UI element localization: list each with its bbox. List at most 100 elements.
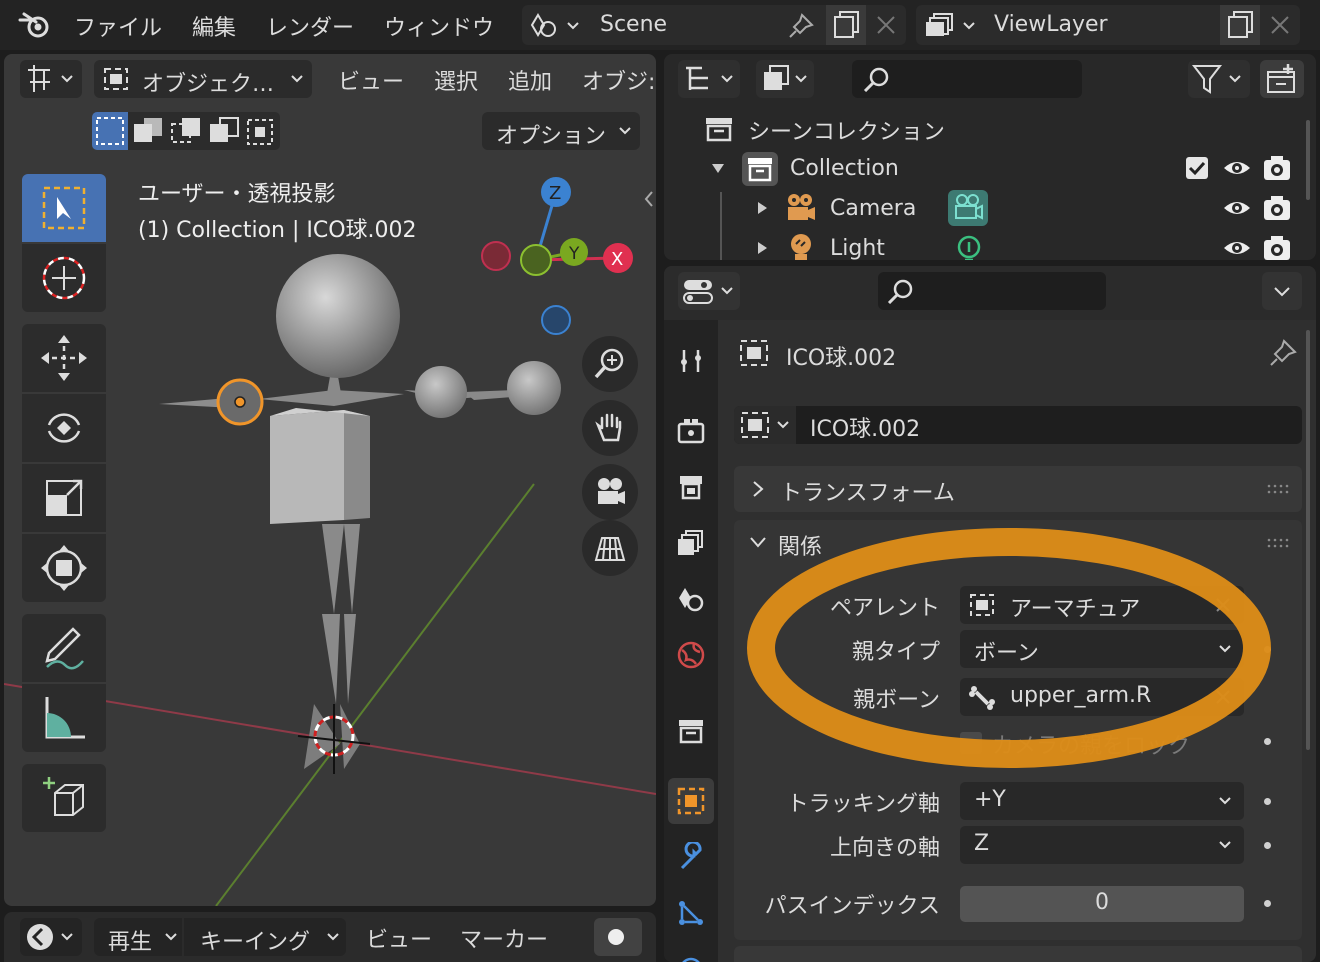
select-new-icon[interactable] [92, 112, 128, 150]
render-camera-icon[interactable] [1262, 194, 1292, 222]
sidebar-toggle-icon[interactable] [642, 188, 656, 210]
parent-field[interactable]: アーマチュア [960, 586, 1244, 624]
camera-view-icon[interactable] [582, 464, 638, 520]
pass-index-field[interactable]: 0 [960, 886, 1244, 922]
scene-collection-row[interactable]: シーンコレクション [704, 112, 1304, 145]
exclude-checkbox[interactable] [1186, 157, 1208, 179]
new-collection-button[interactable] [1260, 60, 1304, 98]
ortho-grid-icon[interactable] [582, 520, 638, 576]
render-tab-icon[interactable] [668, 408, 714, 454]
object-tab-icon[interactable] [668, 778, 714, 824]
timeline-menu-marker[interactable]: マーカー [460, 922, 548, 954]
parent-bone-field[interactable]: upper_arm.R [960, 678, 1244, 716]
render-camera-icon[interactable] [1262, 154, 1292, 182]
eye-icon[interactable] [1222, 196, 1252, 220]
clear-bone-icon[interactable] [1214, 688, 1232, 706]
select-subtract-icon[interactable] [168, 112, 204, 150]
3d-viewport[interactable]: オブジェク… ビュー 選択 追加 オブジ: オプション ユーザー・透視投影 (1… [4, 54, 656, 906]
light-data-icon[interactable] [954, 234, 984, 260]
collection-tab-icon[interactable] [668, 708, 714, 754]
mode-dropdown[interactable]: オブジェク… [94, 60, 312, 98]
scene-tab-icon[interactable] [668, 576, 714, 622]
datablock-browse-dropdown[interactable] [734, 406, 796, 444]
world-tab-icon[interactable] [668, 632, 714, 678]
datablock-name[interactable]: ICO球.002 [810, 411, 920, 443]
relations-panel-header[interactable]: 関係 [734, 520, 1302, 566]
display-mode-dropdown[interactable] [756, 60, 814, 98]
scene-icon[interactable] [530, 11, 580, 39]
editor-type-dropdown[interactable] [20, 60, 82, 98]
filter-dropdown[interactable] [1188, 60, 1250, 98]
decorate-dot[interactable] [1264, 738, 1271, 745]
eye-icon[interactable] [1222, 156, 1252, 180]
menu-view[interactable]: ビュー [338, 64, 404, 96]
object-datablock-field[interactable]: ICO球.002 [734, 406, 1302, 444]
keying-dropdown[interactable]: キーイング [184, 918, 346, 956]
menu-object[interactable]: オブジ: [582, 64, 655, 96]
select-invert-icon[interactable] [206, 112, 242, 150]
outliner-scrollbar[interactable] [1306, 120, 1310, 200]
transform-panel-header[interactable]: トランスフォーム [734, 466, 1302, 512]
select-intersect-icon[interactable] [244, 112, 280, 150]
pan-hand-icon[interactable] [582, 400, 638, 456]
modifier-tab-icon[interactable] [668, 834, 714, 880]
next-panel-header[interactable] [734, 946, 1302, 962]
menu-select[interactable]: 選択 [434, 64, 478, 96]
menu-add[interactable]: 追加 [508, 64, 552, 96]
annotate-tool[interactable] [22, 614, 106, 682]
menu-edit[interactable]: 編集 [192, 10, 236, 42]
editor-type-dropdown[interactable] [20, 918, 82, 956]
parent-type-dropdown[interactable]: ボーン [960, 630, 1244, 668]
playback-dropdown[interactable]: 再生 [94, 918, 182, 956]
close-icon[interactable] [1268, 13, 1292, 37]
decorate-dot[interactable] [1264, 842, 1271, 849]
menu-file[interactable]: ファイル [74, 10, 162, 42]
new-view-layer-button[interactable] [1220, 5, 1260, 45]
cursor-tool[interactable] [22, 244, 106, 312]
measure-tool[interactable] [22, 684, 106, 752]
collection-row[interactable]: Collection [710, 152, 1310, 186]
tool-tab-icon[interactable] [668, 338, 714, 384]
scene-name[interactable]: Scene [600, 12, 667, 37]
drag-handle-icon[interactable] [1266, 538, 1290, 548]
properties-search-input[interactable] [878, 272, 1106, 310]
tracking-axis-dropdown[interactable]: +Y [960, 782, 1244, 820]
pin-icon[interactable] [1268, 338, 1298, 368]
drag-handle-icon[interactable] [1266, 484, 1290, 494]
menu-render[interactable]: レンダー [266, 10, 354, 42]
transform-tool[interactable] [22, 534, 106, 602]
move-tool[interactable] [22, 324, 106, 392]
editor-type-dropdown[interactable] [678, 60, 740, 98]
zoom-icon[interactable] [582, 336, 638, 392]
options-chevron-icon[interactable] [1262, 272, 1302, 310]
particles-tab-icon[interactable] [668, 890, 714, 936]
outliner-search-input[interactable] [852, 60, 1082, 98]
blender-logo-icon[interactable] [18, 10, 52, 40]
select-box-tool[interactable] [22, 174, 106, 242]
options-dropdown[interactable]: オプション [482, 112, 640, 150]
up-axis-dropdown[interactable]: Z [960, 826, 1244, 864]
physics-tab-icon[interactable] [668, 946, 714, 962]
outliner-item-light[interactable]: Light [754, 232, 1314, 260]
eye-icon[interactable] [1222, 236, 1252, 260]
scale-tool[interactable] [22, 464, 106, 532]
record-button[interactable] [594, 918, 642, 956]
decorate-dot[interactable] [1264, 798, 1271, 805]
render-layers-icon[interactable] [924, 11, 980, 39]
timeline-menu-view[interactable]: ビュー [366, 922, 432, 954]
navigation-gizmo[interactable]: Y Z X [474, 172, 644, 342]
menu-window[interactable]: ウィンドウ [384, 10, 494, 42]
properties-scrollbar[interactable] [1306, 330, 1310, 750]
add-cube-tool[interactable] [22, 764, 106, 832]
decorate-dot[interactable] [1264, 900, 1271, 907]
output-tab-icon[interactable] [668, 464, 714, 510]
pin-icon[interactable] [788, 13, 814, 39]
view-layer-name[interactable]: ViewLayer [994, 12, 1108, 37]
render-camera-icon[interactable] [1262, 234, 1292, 260]
outliner-item-camera[interactable]: Camera [754, 190, 1314, 226]
lock-camera-checkbox[interactable] [960, 732, 982, 754]
clear-parent-icon[interactable] [1214, 596, 1232, 614]
camera-data-icon[interactable] [948, 190, 988, 226]
select-extend-icon[interactable] [130, 112, 166, 150]
editor-type-dropdown[interactable] [678, 272, 740, 310]
